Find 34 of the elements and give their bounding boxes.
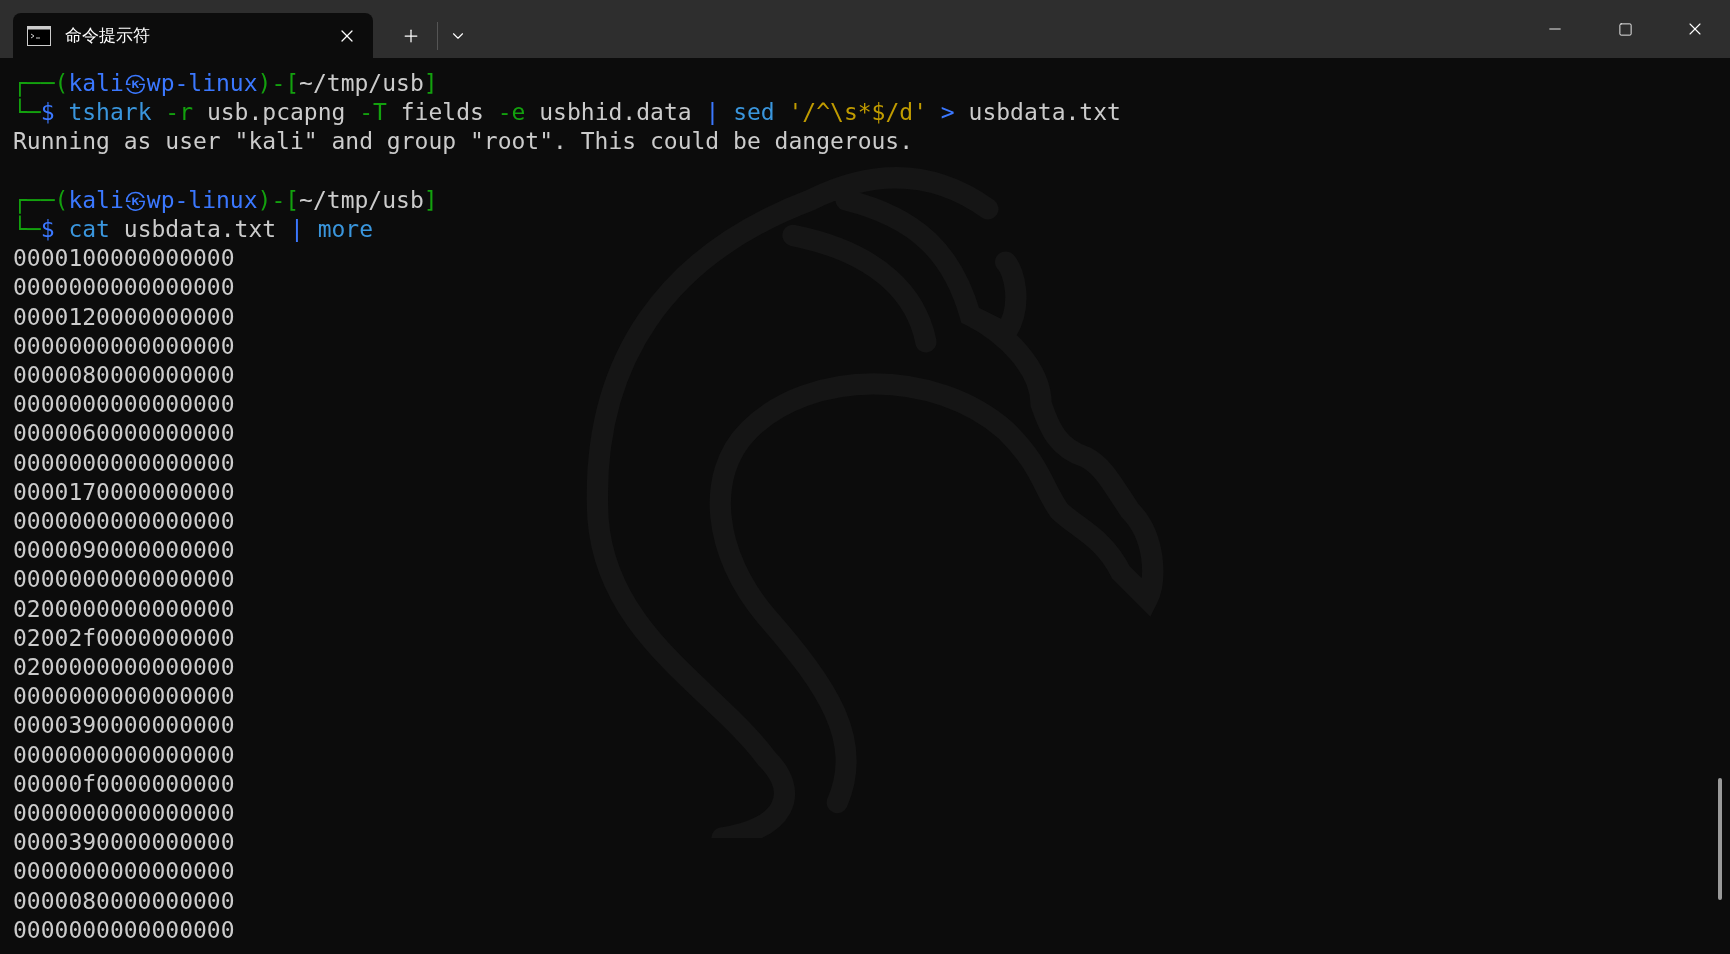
terminal-line: ┌──(kali㉿wp-linux)-[~/tmp/usb] [13,69,1717,99]
maximize-icon[interactable] [1617,21,1633,37]
terminal-line: 0000080000000000 [13,361,236,390]
terminal-line: 0000000000000000 [13,448,236,478]
terminal-line: ┌──(kali㉿wp-linux)-[~/tmp/usb] [13,185,439,215]
terminal-line: 0000000000000000 [13,507,236,537]
terminal-line: └─$ tshark -r usb.pcapng -T fields -e usbhid.data | sed '/^\s*$/d' > usbdata.txt [13,98,1122,128]
terminal-line: 0000080000000000 [13,886,236,916]
terminal-line: 0000000000000000 [13,857,236,887]
terminal-line: 0000000000000000 [13,799,236,829]
terminal-line: 0200000000000000 [13,653,236,683]
terminal-line: 0000120000000000 [13,302,236,332]
terminal-line: 0000000000000000 [13,565,236,595]
terminal-line: └─$ cat usbdata.txt | more [13,215,375,244]
terminal-line: 0000390000000000 [13,828,236,858]
terminal-line: 0000060000000000 [13,419,236,449]
terminal-line: 0000090000000000 [13,536,236,566]
terminal-line: 0000000000000000 [13,740,236,770]
terminal-line: Running as user "kali" and group "root". This could be dangerous. [13,127,915,157]
terminal-line: 0000000000000000 [13,390,236,420]
terminal-tab[interactable]: 命令提示符 [13,13,373,58]
terminal-line: 0000000000000000 [13,682,236,712]
tab-title: 命令提示符 [65,24,151,47]
terminal-line: 02002f0000000000 [13,623,236,653]
terminal-icon [27,25,51,46]
scrollbar-thumb[interactable] [1718,778,1722,900]
terminal-line: 0200000000000000 [13,594,236,624]
terminal-line: 00000f0000000000 [13,769,236,799]
terminal-line: 0000170000000000 [13,477,236,507]
terminal-line: 0000100000000000 [13,244,236,274]
terminal-line: 0000000000000000 [13,915,236,945]
terminal-line: 0000000000000000 [13,273,236,303]
terminal-line: 0000390000000000 [13,711,236,741]
terminal-line: 0000000000000000 [13,331,236,361]
